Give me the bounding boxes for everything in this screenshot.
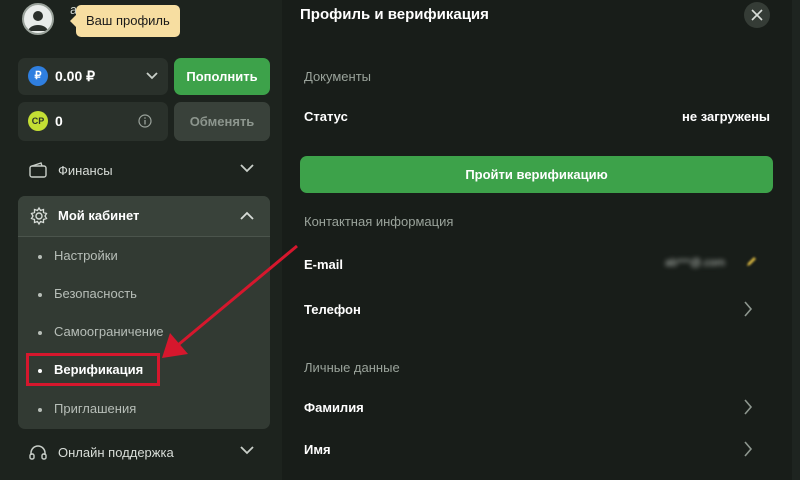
chevron-down-icon [146, 72, 158, 80]
deposit-button[interactable]: Пополнить [174, 58, 270, 95]
sidebar-item-finance[interactable]: Финансы [18, 152, 270, 190]
email-value: ab***@.com [665, 257, 726, 269]
headset-icon [29, 445, 47, 460]
wallet-icon [29, 162, 47, 178]
sidebar-item-label: Мой кабинет [58, 208, 140, 223]
cp-coin-icon: CP [28, 111, 48, 131]
sidebar-item-support[interactable]: Онлайн поддержка [18, 434, 270, 472]
status-value: не загружены [682, 109, 771, 124]
subitem-label: Самоограничение [54, 324, 164, 339]
chevron-right-icon[interactable] [743, 399, 753, 415]
section-title-documents: Документы [304, 69, 372, 84]
close-icon [751, 9, 763, 21]
exchange-button[interactable]: Обменять [174, 102, 270, 141]
sidebar-subitem-self-limit[interactable]: Самоограничение [38, 324, 163, 339]
sidebar-subitem-settings[interactable]: Настройки [38, 248, 118, 263]
subitem-label: Безопасность [54, 286, 137, 301]
verification-highlight-box [26, 353, 160, 386]
verify-button[interactable]: Пройти верификацию [300, 156, 773, 193]
ruble-coin-icon: ₽ [28, 66, 48, 86]
status-label: Статус [304, 109, 348, 124]
page-title: Профиль и верификация [300, 6, 489, 23]
close-button[interactable] [744, 2, 770, 28]
gear-icon [30, 206, 48, 226]
bullet-icon [38, 407, 42, 412]
points-card: CP 0 [18, 102, 168, 141]
sidebar-item-label: Финансы [58, 163, 113, 178]
firstname-label[interactable]: Имя [304, 442, 331, 457]
lastname-label[interactable]: Фамилия [304, 400, 364, 415]
sidebar-cabinet-group: Мой кабинет Настройки Безопасность Самоо… [18, 196, 270, 429]
balance-selector[interactable]: ₽ 0.00 ₽ [18, 58, 168, 95]
chevron-right-icon[interactable] [743, 441, 753, 457]
sidebar-subitem-invitations[interactable]: Приглашения [38, 401, 136, 416]
pencil-icon[interactable] [745, 256, 757, 268]
subitem-label: Настройки [54, 248, 118, 263]
section-title-personal: Личные данные [304, 360, 400, 375]
user-icon [28, 11, 48, 31]
balance-amount: 0.00 ₽ [55, 68, 96, 84]
chevron-down-icon [240, 446, 254, 455]
sidebar: а Ваш профиль ₽ 0.00 ₽ Пополнить CP 0 Об… [0, 0, 282, 480]
subitem-label: Приглашения [54, 401, 137, 416]
points-amount: 0 [55, 113, 63, 129]
chevron-up-icon [240, 211, 254, 220]
sidebar-item-label: Онлайн поддержка [58, 445, 174, 460]
avatar[interactable] [22, 3, 54, 35]
email-label: E-mail [304, 257, 344, 272]
chevron-right-icon[interactable] [743, 301, 753, 317]
bullet-icon [38, 330, 42, 335]
sidebar-item-cabinet[interactable]: Мой кабинет [18, 196, 270, 237]
chevron-down-icon [240, 164, 254, 173]
bullet-icon [38, 254, 42, 259]
bullet-icon [38, 292, 42, 297]
section-title-contact: Контактная информация [304, 214, 454, 229]
sidebar-subitem-security[interactable]: Безопасность [38, 286, 137, 301]
phone-label[interactable]: Телефон [304, 302, 361, 317]
info-icon[interactable] [138, 114, 152, 128]
profile-tooltip: Ваш профиль [70, 5, 180, 37]
background-strip [792, 0, 800, 480]
